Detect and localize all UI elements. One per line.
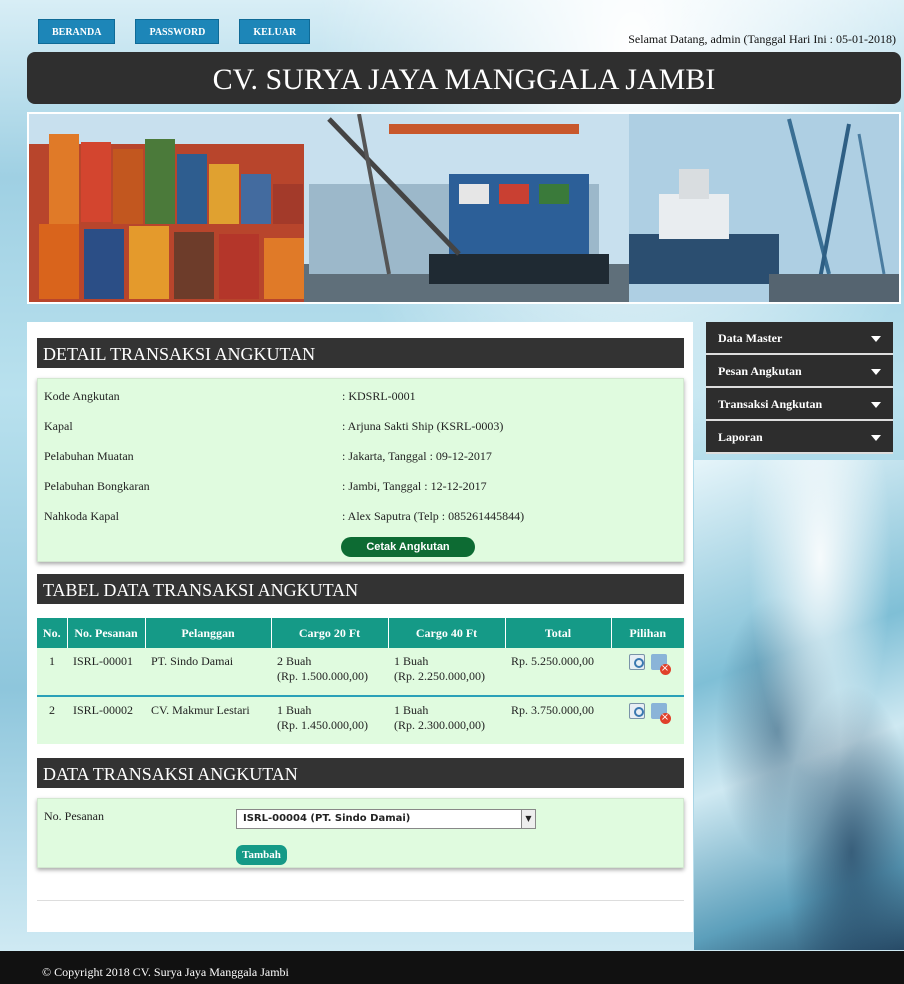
sidebar-item-label: Transaksi Angkutan (718, 397, 823, 411)
detail-value-kapal: : Arjuna Sakti Ship (KSRL-0003) (342, 419, 504, 433)
detail-label-kode: Kode Angkutan (44, 389, 120, 403)
table-header-row: No. No. Pesanan Pelanggan Cargo 20 Ft Ca… (37, 618, 684, 648)
cargo-40-price: (Rp. 2.250.000,00) (394, 669, 485, 683)
delete-icon[interactable] (650, 703, 671, 724)
col-header-pilihan: Pilihan (611, 618, 684, 648)
cetak-angkutan-button[interactable]: Cetak Angkutan (341, 537, 475, 557)
main-content: DETAIL TRANSAKSI ANGKUTAN Kode Angkutan … (27, 322, 693, 932)
col-header-total: Total (505, 618, 612, 648)
detail-label-nahkoda: Nahkoda Kapal (44, 509, 119, 523)
view-detail-icon[interactable] (628, 654, 645, 670)
cell-no: 1 (37, 648, 67, 697)
nav-beranda-button[interactable]: BERANDA (38, 19, 116, 44)
port-illustration (29, 114, 899, 302)
delete-icon[interactable] (650, 654, 671, 675)
container-stack (29, 134, 304, 302)
cargo-40-price: (Rp. 2.300.000,00) (394, 718, 485, 732)
footer-copyright: © Copyright 2018 CV. Surya Jaya Manggala… (0, 951, 904, 984)
detail-value-nahkoda: : Alex Saputra (Telp : 085261445844) (342, 509, 525, 523)
divider (37, 900, 684, 901)
sidebar-menu: Data Master Pesan Angkutan Transaksi Ang… (706, 322, 893, 454)
sidebar-item-pesan-angkutan[interactable]: Pesan Angkutan (706, 355, 893, 388)
detail-label-kapal: Kapal (44, 419, 73, 433)
caret-down-icon (871, 336, 881, 342)
cargo-20-price: (Rp. 1.450.000,00) (277, 718, 368, 732)
chevron-down-icon[interactable]: ▼ (521, 810, 535, 828)
sidebar-item-label: Laporan (718, 430, 763, 444)
cargo-40-qty: 1 Buah (394, 654, 429, 668)
nav-password-button[interactable]: PASSWORD (135, 19, 220, 44)
cell-total: Rp. 5.250.000,00 (505, 648, 611, 697)
sidebar-item-label: Data Master (718, 331, 783, 345)
detail-value-muatan: : Jakarta, Tanggal : 09-12-2017 (342, 449, 492, 463)
view-detail-icon[interactable] (628, 703, 645, 719)
no-pesanan-select[interactable]: ISRL-00004 (PT. Sindo Damai) ▼ (236, 809, 536, 829)
cell-no-pesanan: ISRL-00002 (67, 696, 145, 744)
table-row: 1 ISRL-00001 PT. Sindo Damai 2 Buah (Rp.… (37, 648, 684, 697)
col-header-cargo-20: Cargo 20 Ft (271, 618, 389, 648)
ship-and-cranes (629, 114, 899, 302)
top-nav: BERANDA PASSWORD KELUAR (38, 19, 311, 44)
detail-value-kode: : KDSRL-0001 (342, 389, 416, 403)
caret-down-icon (871, 435, 881, 441)
no-pesanan-label: No. Pesanan (44, 809, 104, 823)
col-header-no-pesanan: No. Pesanan (67, 618, 146, 648)
cell-pilihan (611, 648, 684, 697)
cargo-20-qty: 1 Buah (277, 703, 312, 717)
site-title: CV. SURYA JAYA MANGGALA JAMBI (27, 52, 901, 104)
cell-no: 2 (37, 696, 67, 744)
cell-no-pesanan: ISRL-00001 (67, 648, 145, 697)
tambah-button[interactable]: Tambah (236, 845, 287, 865)
nav-keluar-button[interactable]: KELUAR (239, 19, 311, 44)
cell-pelanggan: PT. Sindo Damai (145, 648, 271, 697)
cargo-20-qty: 2 Buah (277, 654, 312, 668)
caret-down-icon (871, 402, 881, 408)
cargo-20-price: (Rp. 1.500.000,00) (277, 669, 368, 683)
detail-label-bongkaran: Pelabuhan Bongkaran (44, 479, 150, 493)
detail-heading: DETAIL TRANSAKSI ANGKUTAN (37, 338, 684, 368)
cargo-40-qty: 1 Buah (394, 703, 429, 717)
table-row: 2 ISRL-00002 CV. Makmur Lestari 1 Buah (… (37, 696, 684, 744)
background-swirl-decoration (694, 460, 904, 950)
detail-value-bongkaran: : Jambi, Tanggal : 12-12-2017 (342, 479, 487, 493)
welcome-text: Selamat Datang, admin (Tanggal Hari Ini … (628, 32, 896, 46)
detail-label-muatan: Pelabuhan Muatan (44, 449, 134, 463)
sidebar-item-transaksi-angkutan[interactable]: Transaksi Angkutan (706, 388, 893, 421)
caret-down-icon (871, 369, 881, 375)
no-pesanan-selected-value: ISRL-00004 (PT. Sindo Damai) (243, 813, 411, 824)
col-header-pelanggan: Pelanggan (145, 618, 272, 648)
cell-pilihan (611, 696, 684, 744)
form-heading: DATA TRANSAKSI ANGKUTAN (37, 758, 684, 788)
cell-cargo-40: 1 Buah (Rp. 2.300.000,00) (388, 696, 505, 744)
col-header-no: No. (37, 618, 68, 648)
col-header-cargo-40: Cargo 40 Ft (388, 618, 506, 648)
cell-total: Rp. 3.750.000,00 (505, 696, 611, 744)
cell-pelanggan: CV. Makmur Lestari (145, 696, 271, 744)
transaksi-table: No. No. Pesanan Pelanggan Cargo 20 Ft Ca… (37, 618, 684, 744)
banner-image (27, 112, 901, 304)
cell-cargo-20: 2 Buah (Rp. 1.500.000,00) (271, 648, 388, 697)
sidebar-item-laporan[interactable]: Laporan (706, 421, 893, 454)
detail-panel: Kode Angkutan : KDSRL-0001 Kapal : Arjun… (37, 378, 684, 562)
sidebar-item-data-master[interactable]: Data Master (706, 322, 893, 355)
cell-cargo-20: 1 Buah (Rp. 1.450.000,00) (271, 696, 388, 744)
cell-cargo-40: 1 Buah (Rp. 2.250.000,00) (388, 648, 505, 697)
sidebar-item-label: Pesan Angkutan (718, 364, 802, 378)
table-heading: TABEL DATA TRANSAKSI ANGKUTAN (37, 574, 684, 604)
form-panel: No. Pesanan ISRL-00004 (PT. Sindo Damai)… (37, 798, 684, 868)
